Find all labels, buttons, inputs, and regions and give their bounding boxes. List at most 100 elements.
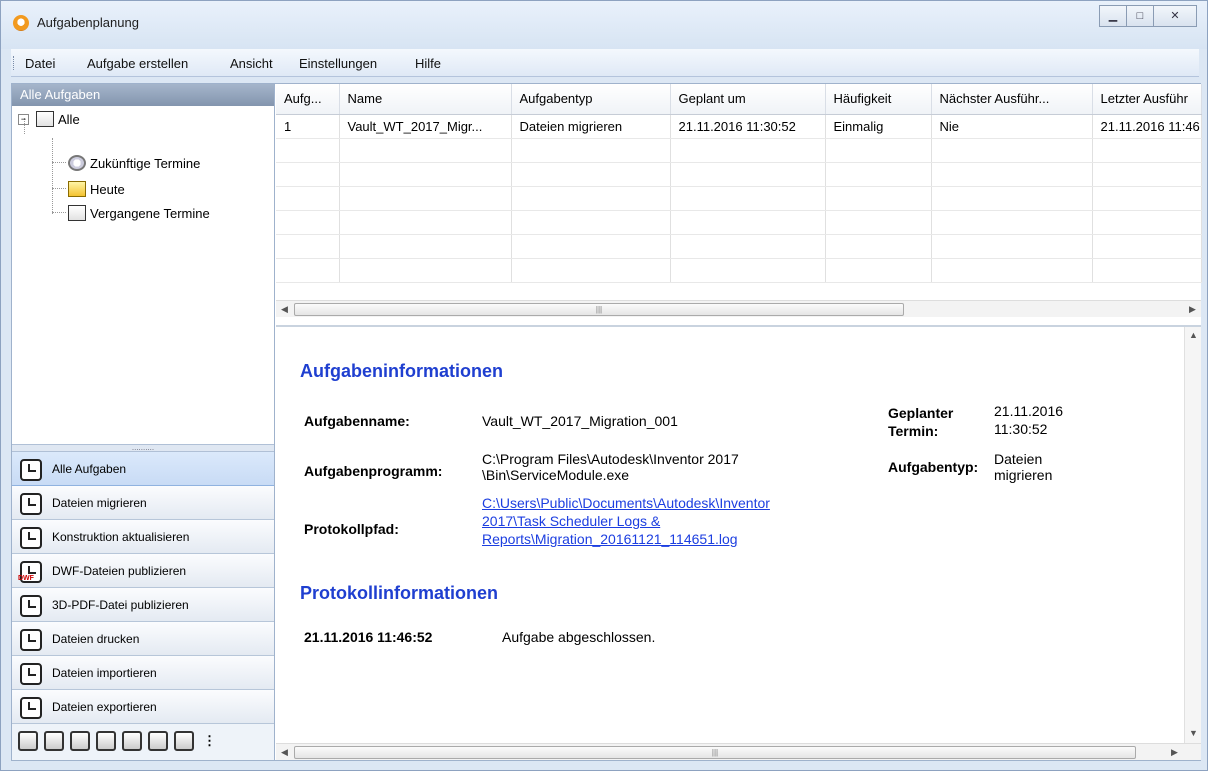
- tree-item-label: Heute: [90, 181, 125, 197]
- export-icon: [18, 695, 44, 719]
- empty-row: [276, 186, 1202, 211]
- log-entry-time: 21.11.2016 11:46:52: [304, 629, 433, 645]
- mini-migrate-icon[interactable]: [44, 731, 64, 751]
- column-header-scheduled[interactable]: Geplant um: [670, 84, 826, 115]
- left-panel: Alle Aufgaben − Alle Zukünftige Termine: [12, 84, 275, 760]
- content-area: Alle Aufgaben − Alle Zukünftige Termine: [11, 83, 1202, 761]
- task-type-value-line1: Dateien: [994, 451, 1043, 467]
- nav-label: Dateien migrieren: [52, 495, 147, 510]
- log-path-link-line1[interactable]: C:\Users\Public\Documents\Autodesk\Inven…: [482, 495, 770, 511]
- task-type-label: Aufgabentyp:: [888, 459, 979, 475]
- scroll-right-icon[interactable]: ▶: [1184, 301, 1201, 318]
- mini-import-icon[interactable]: [174, 731, 194, 751]
- more-buttons-icon[interactable]: ⋮: [203, 733, 216, 749]
- minimize-button[interactable]: ▁: [1099, 5, 1127, 27]
- menu-create-task[interactable]: Aufgabe erstellen: [87, 56, 188, 71]
- scrollbar-thumb[interactable]: |||: [294, 746, 1136, 759]
- column-header-type[interactable]: Aufgabentyp: [511, 84, 671, 115]
- nav-label: Dateien importieren: [52, 665, 157, 680]
- table-cell: Vault_WT_2017_Migr...: [339, 114, 512, 139]
- task-program-label: Aufgabenprogramm:: [304, 463, 443, 479]
- column-header-id[interactable]: Aufg...: [276, 84, 340, 115]
- nav-export-files[interactable]: Dateien exportieren: [12, 690, 274, 724]
- table-cell: 1: [276, 114, 340, 139]
- tree-item-all[interactable]: − Alle: [18, 108, 80, 130]
- mini-all-tasks-icon[interactable]: [18, 731, 38, 751]
- dwf-icon: DWF: [18, 559, 44, 583]
- task-details-panel: Aufgabeninformationen Aufgabenname: Vaul…: [276, 325, 1201, 760]
- scheduled-label-line2: Termin:: [888, 423, 939, 439]
- menu-file[interactable]: Datei: [25, 56, 55, 71]
- nav-publish-3dpdf[interactable]: 3D-PDF-Datei publizieren: [12, 588, 274, 622]
- log-path-link-line3[interactable]: Reports\Migration_20161121_114651.log: [482, 531, 738, 547]
- collapse-icon[interactable]: −: [18, 113, 29, 125]
- task-program-value-line1: C:\Program Files\Autodesk\Inventor 2017: [482, 451, 739, 467]
- empty-row: [276, 210, 1202, 235]
- table-row[interactable]: 1 Vault_WT_2017_Migr... Dateien migriere…: [276, 114, 1202, 139]
- log-path-label: Protokollpfad:: [304, 521, 399, 537]
- main-window: Aufgabenplanung ▁ □ ✕ Datei Aufgabe erst…: [0, 0, 1208, 771]
- task-info-heading: Aufgabeninformationen: [300, 361, 503, 381]
- mini-update-icon[interactable]: [70, 731, 90, 751]
- scroll-down-icon[interactable]: ▼: [1185, 725, 1202, 742]
- migrate-icon: [18, 491, 44, 515]
- tasks-folder-icon: [36, 111, 54, 127]
- mini-print-icon[interactable]: [148, 731, 168, 751]
- scroll-left-icon[interactable]: ◀: [276, 744, 293, 761]
- table-header-row: Aufg... Name Aufgabentyp Geplant um Häuf…: [276, 84, 1202, 115]
- log-path-link-line2[interactable]: 2017\Task Scheduler Logs &: [482, 513, 660, 529]
- tree-item-today[interactable]: Heute: [68, 178, 125, 200]
- maximize-button[interactable]: □: [1126, 5, 1154, 27]
- tree-item-label: Alle: [58, 111, 80, 127]
- scroll-up-icon[interactable]: ▲: [1185, 327, 1202, 344]
- empty-row: [276, 234, 1202, 259]
- scroll-left-icon[interactable]: ◀: [276, 301, 293, 318]
- scroll-right-icon[interactable]: ▶: [1166, 744, 1183, 761]
- table-cell: Nie: [931, 114, 1093, 139]
- nav-label: Konstruktion aktualisieren: [52, 529, 190, 544]
- details-vertical-scrollbar[interactable]: ▲ ▼: [1184, 327, 1201, 744]
- tree-item-label: Vergangene Termine: [90, 205, 210, 221]
- column-header-name[interactable]: Name: [339, 84, 512, 115]
- scheduled-value-line1: 21.11.2016: [994, 403, 1064, 419]
- app-icon: [13, 15, 29, 31]
- print-icon: [18, 627, 44, 651]
- menu-settings[interactable]: Einstellungen: [299, 56, 377, 71]
- menu-view[interactable]: Ansicht: [230, 56, 273, 71]
- menu-bar: Datei Aufgabe erstellen Ansicht Einstell…: [11, 49, 1199, 77]
- splitter-grip[interactable]: ..........: [12, 444, 274, 452]
- column-header-frequency[interactable]: Häufigkeit: [825, 84, 932, 115]
- menu-help[interactable]: Hilfe: [415, 56, 441, 71]
- task-name-value: Vault_WT_2017_Migration_001: [482, 413, 678, 429]
- column-header-next-run[interactable]: Nächster Ausführ...: [931, 84, 1093, 115]
- calendar-clock-icon: [68, 155, 86, 171]
- mini-dwf-icon[interactable]: [96, 731, 116, 751]
- nav-update-design[interactable]: Konstruktion aktualisieren: [12, 520, 274, 554]
- nav-print-files[interactable]: Dateien drucken: [12, 622, 274, 656]
- pdf-icon: [18, 593, 44, 617]
- nav-publish-dwf[interactable]: DWF DWF-Dateien publizieren: [12, 554, 274, 588]
- close-button[interactable]: ✕: [1153, 5, 1197, 27]
- window-title: Aufgabenplanung: [37, 15, 139, 30]
- scrollbar-thumb[interactable]: |||: [294, 303, 904, 316]
- empty-row: [276, 138, 1202, 163]
- dwf-badge: DWF: [18, 574, 34, 582]
- past-calendar-icon: [68, 205, 86, 221]
- nav-all-tasks[interactable]: Alle Aufgaben: [12, 452, 274, 486]
- grid-horizontal-scrollbar[interactable]: ◀ ||| ▶: [276, 300, 1201, 317]
- log-entry-text: Aufgabe abgeschlossen.: [502, 629, 656, 645]
- toolbar-grip: [13, 56, 16, 70]
- today-star-icon: [68, 181, 86, 197]
- tree-item-future[interactable]: Zukünftige Termine: [68, 152, 200, 174]
- column-header-last-run[interactable]: Letzter Ausführ: [1092, 84, 1202, 115]
- nav-migrate-files[interactable]: Dateien migrieren: [12, 486, 274, 520]
- nav-label: Alle Aufgaben: [52, 461, 127, 476]
- table-cell: 21.11.2016 11:46: [1092, 114, 1202, 139]
- table-cell: Dateien migrieren: [511, 114, 671, 139]
- details-horizontal-scrollbar[interactable]: ◀ ||| ▶: [276, 743, 1201, 760]
- tree-item-past[interactable]: Vergangene Termine: [68, 202, 210, 224]
- task-type-value-line2: migrieren: [994, 467, 1053, 483]
- mini-pdf-icon[interactable]: [122, 731, 142, 751]
- update-icon: [18, 525, 44, 549]
- nav-import-files[interactable]: Dateien importieren: [12, 656, 274, 690]
